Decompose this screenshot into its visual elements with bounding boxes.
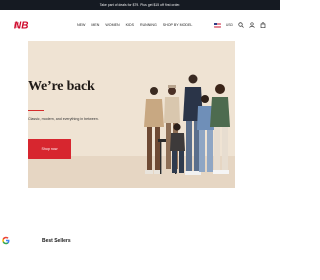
nav-item-women[interactable]: WOMEN xyxy=(105,23,119,27)
nav-item-new[interactable]: NEW xyxy=(77,23,85,27)
nav-item-shop-by-model[interactable]: SHOP BY MODEL xyxy=(163,23,193,27)
nav-item-kids[interactable]: KIDS xyxy=(126,23,134,27)
site-header: NB NEW MEN WOMEN KIDS RUNNING SHOP BY MO… xyxy=(0,10,280,40)
user-icon[interactable] xyxy=(249,22,255,28)
bag-icon[interactable] xyxy=(260,22,266,28)
nb-logo[interactable]: NB xyxy=(14,19,31,31)
best-sellers-heading: Best Sellers xyxy=(42,238,71,244)
promo-text[interactable]: Take part of deals for $79. Plus get $15… xyxy=(100,3,181,7)
hero-group-photo xyxy=(144,74,230,175)
hero-banner: We’re back Classic, modern, and everythi… xyxy=(28,41,235,188)
currency-selector[interactable]: USD xyxy=(226,23,233,27)
header-utilities: USD xyxy=(213,21,266,29)
shop-now-button[interactable]: Shop now xyxy=(28,139,71,159)
hero-title: We’re back xyxy=(28,79,95,94)
hero-divider xyxy=(28,110,44,111)
nav-item-men[interactable]: MEN xyxy=(91,23,99,27)
nav-item-running[interactable]: RUNNING xyxy=(140,23,157,27)
us-flag-icon[interactable] xyxy=(213,22,221,28)
svg-text:NB: NB xyxy=(14,21,28,32)
hero-subtitle: Classic, modern, and everything in betwe… xyxy=(28,117,99,121)
google-icon[interactable] xyxy=(2,236,10,245)
search-icon[interactable] xyxy=(238,22,244,28)
main-nav: NEW MEN WOMEN KIDS RUNNING SHOP BY MODEL xyxy=(77,21,192,29)
promo-bar[interactable]: Take part of deals for $79. Plus get $15… xyxy=(0,0,280,10)
